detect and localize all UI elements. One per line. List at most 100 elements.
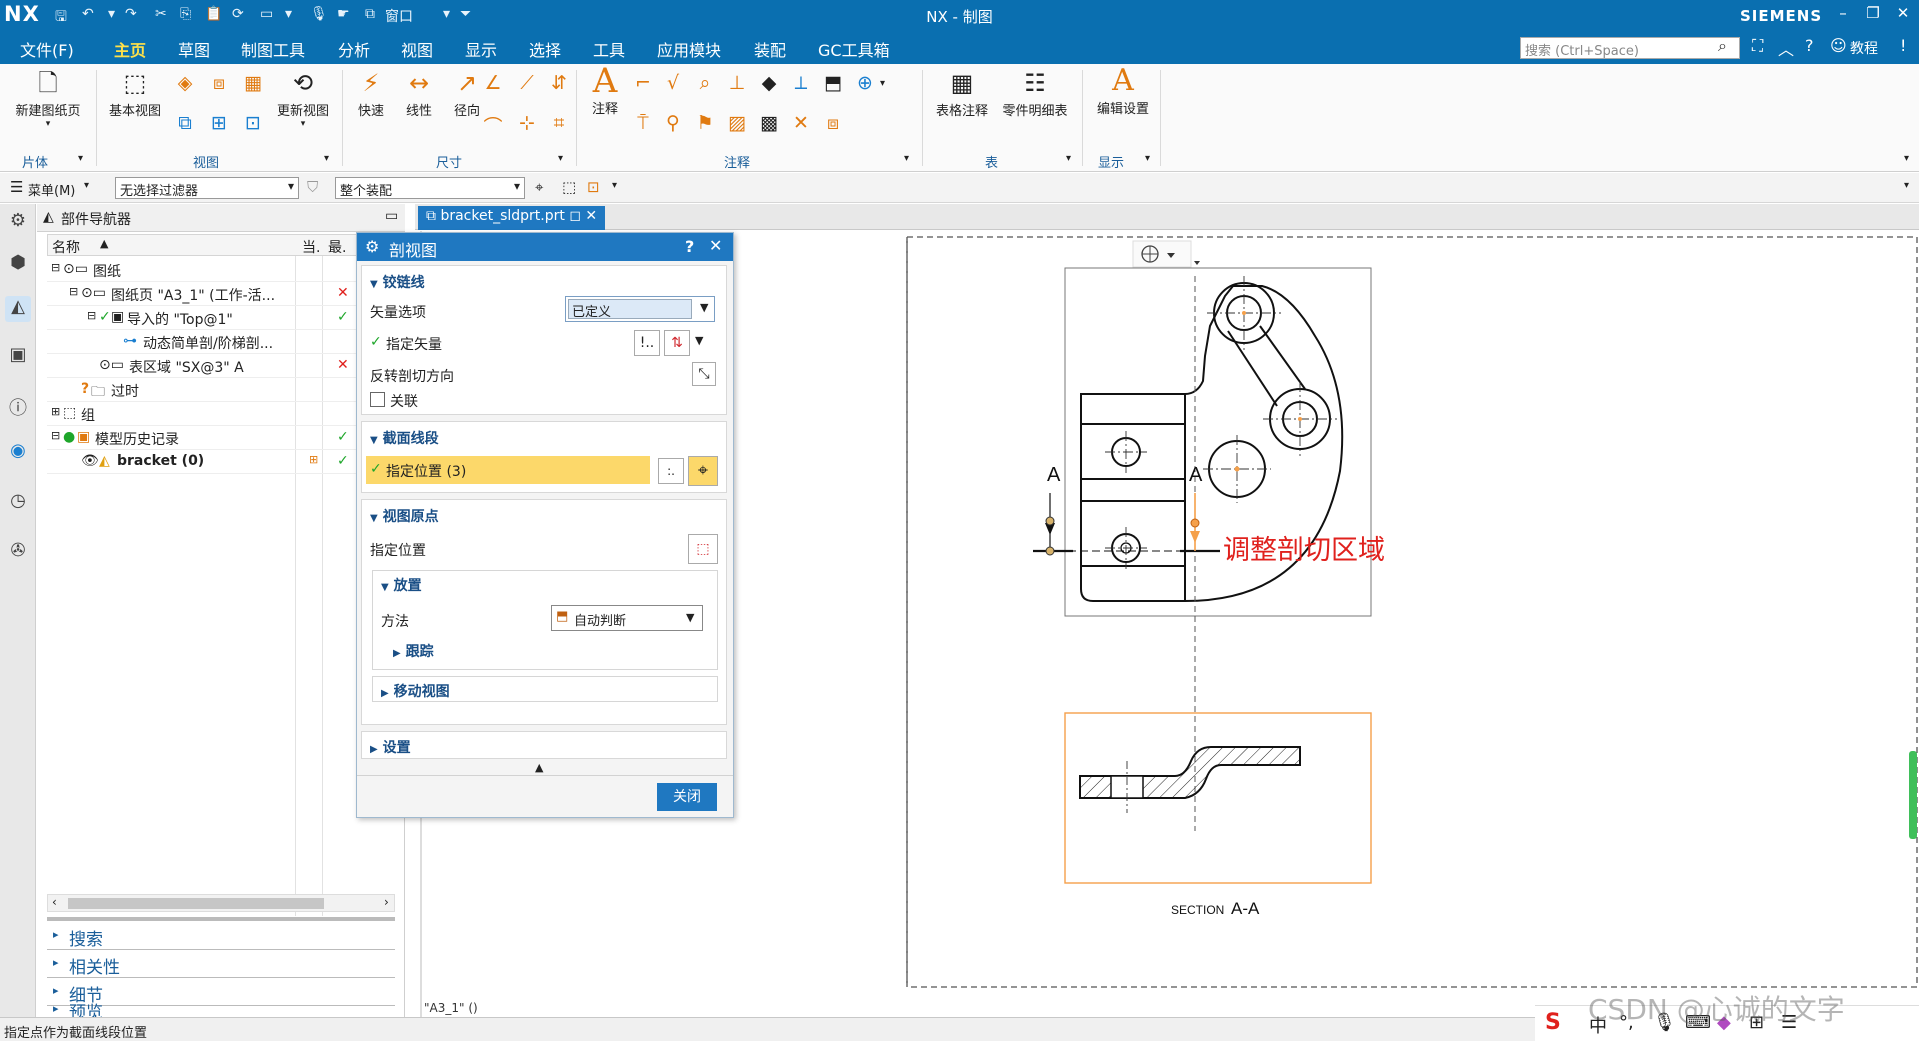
surface-finish-icon[interactable]: √	[660, 72, 686, 94]
view-icon[interactable]: ⊞	[206, 112, 232, 134]
tree-row[interactable]: ⊟ ⊙▭ 图纸页 "A3_1" (工作-活... ✕	[47, 282, 395, 306]
collapse-ribbon-icon[interactable]: ︿	[1778, 36, 1794, 60]
restore-icon[interactable]: ❐	[1858, 4, 1888, 22]
reuse-library-icon[interactable]: ▣	[5, 344, 31, 370]
tree-row[interactable]: ⊶ 动态简单剖/阶梯剖...	[47, 330, 395, 354]
tab-file[interactable]: 文件(F)	[20, 37, 74, 61]
snap-icon[interactable]: ⌖	[535, 178, 543, 196]
chevron-down-icon[interactable]	[1194, 261, 1200, 265]
chevron-left-icon[interactable]: ‹	[52, 895, 57, 909]
move-view-group[interactable]: ▶ 移动视图	[372, 676, 718, 702]
chevron-down-icon[interactable]: ▾	[78, 153, 83, 164]
method-select[interactable]: ⬒ 自动判断 ▼	[551, 605, 703, 631]
angular-dimension-icon[interactable]: ∠	[480, 72, 506, 94]
roles-icon[interactable]: ✇	[5, 540, 31, 566]
fill-icon[interactable]: ◆	[756, 72, 782, 94]
tab-applications[interactable]: 应用模块	[657, 37, 721, 61]
scrollbar-thumb[interactable]	[68, 898, 324, 909]
section-segment-header[interactable]: ▼ 截面线段	[370, 428, 439, 448]
projected-view-icon[interactable]: ◈	[172, 72, 198, 94]
horizontal-scrollbar[interactable]: ‹ ›	[47, 894, 395, 912]
annotation-button[interactable]: A 注释	[582, 64, 628, 117]
selection-scope-select[interactable]: 整个装配 ▾	[335, 177, 525, 199]
accordion-dependencies[interactable]: ▸ 相关性	[47, 950, 395, 978]
chevron-down-icon[interactable]: ▾	[1066, 153, 1071, 164]
datum-icon[interactable]: ⌕	[692, 72, 718, 94]
tab-sketch[interactable]: 草图	[178, 37, 210, 61]
edit-settings-button[interactable]: A 编辑设置	[1088, 66, 1158, 118]
search-icon[interactable]: ⚲	[660, 112, 686, 134]
type-filter-select[interactable]: 无选择过滤器 ▾	[115, 177, 299, 199]
section-view-a-a[interactable]	[1079, 746, 1301, 813]
history-icon[interactable]: ◷	[5, 490, 31, 516]
ime-logo-icon[interactable]: S	[1545, 1010, 1561, 1035]
tab-pin-icon[interactable]: ◻	[569, 208, 581, 224]
arc-length-icon[interactable]: ⌒	[480, 112, 506, 139]
picture-icon[interactable]: ▩	[756, 112, 782, 134]
base-view-button[interactable]: ⬚ 基本视图	[102, 68, 168, 119]
accordion-preview[interactable]: ▸ 预览	[47, 1002, 395, 1023]
section-handle[interactable]	[1045, 516, 1055, 526]
column-latest[interactable]: 最.	[328, 237, 346, 257]
collapse-icon[interactable]: ⊟	[51, 261, 60, 274]
chevron-down-icon[interactable]: ▾	[904, 153, 909, 164]
section-handle[interactable]	[1190, 518, 1200, 528]
weld-symbol-icon[interactable]: ⊥	[724, 72, 750, 94]
tab-display[interactable]: 显示	[465, 37, 497, 61]
command-search-input[interactable]: 搜索 (Ctrl+Space)	[1520, 37, 1740, 59]
associative-checkbox[interactable]	[370, 392, 385, 407]
view-toolbar[interactable]	[1132, 240, 1200, 268]
vector-direction-button[interactable]: ⇅	[664, 330, 690, 356]
tab-close-icon[interactable]: ✕	[585, 208, 597, 224]
pin-icon[interactable]: ▭	[385, 208, 398, 224]
tutorial-icon[interactable]: ☺	[1830, 36, 1847, 55]
select-icon[interactable]: ⬚	[562, 178, 576, 196]
tab-gc-toolbox[interactable]: GC工具箱	[818, 37, 890, 61]
tab-analysis[interactable]: 分析	[338, 37, 370, 61]
help-icon[interactable]: ?	[1805, 36, 1814, 55]
centerline-icon[interactable]: ⟂	[788, 72, 814, 94]
tracking-header[interactable]: ▶ 跟踪	[393, 641, 434, 661]
region-icon[interactable]: ⧈	[820, 112, 846, 134]
tab-assembly[interactable]: 装配	[754, 37, 786, 61]
detail-view-icon[interactable]: ⧈	[206, 72, 232, 94]
collapse-icon[interactable]: ⊟	[69, 285, 78, 298]
column-name[interactable]: 名称	[52, 237, 80, 257]
tree-row[interactable]: 👁 ◭ bracket (0) ⊞ ✓	[47, 450, 395, 474]
view-origin-header[interactable]: ▼ 视图原点	[370, 506, 439, 526]
document-tab[interactable]: ⧉ bracket_sldprt.prt ◻ ✕	[418, 206, 606, 230]
placement-header[interactable]: ▼ 放置	[381, 575, 422, 595]
section-view-icon[interactable]: ▦	[240, 72, 266, 94]
hinge-line-header[interactable]: ▼ 铰链线	[370, 272, 425, 292]
web-browser-icon[interactable]: ◉	[5, 440, 31, 466]
column-current[interactable]: 当.	[302, 237, 320, 257]
close-icon[interactable]: ✕	[709, 236, 722, 255]
chevron-right-icon[interactable]: ›	[384, 895, 389, 909]
break-view-icon[interactable]: ⧉	[172, 112, 198, 134]
minimize-icon[interactable]: –	[1828, 4, 1858, 22]
tree-row[interactable]: ⊙▭ 表区域 "SX@3" A ✕	[47, 354, 395, 378]
image-icon[interactable]: ⬒	[820, 72, 846, 94]
info-icon[interactable]: ⓘ	[5, 394, 31, 420]
eye-icon[interactable]: 👁	[81, 453, 99, 469]
tab-drafting-tools[interactable]: 制图工具	[241, 37, 305, 61]
menu-button[interactable]: 菜单(M)	[28, 180, 75, 199]
chevron-down-icon[interactable]: ▾	[1904, 180, 1909, 191]
settings-group[interactable]: ▶ 设置	[361, 731, 727, 759]
chevron-down-icon[interactable]: ▼	[695, 334, 703, 347]
section-handle[interactable]	[1045, 546, 1055, 556]
chamfer-dimension-icon[interactable]: ⟋	[514, 72, 540, 94]
specify-location-row[interactable]: ✓ 指定位置 (3)	[366, 456, 650, 484]
tree-row[interactable]: ? 🗀 过时	[47, 378, 395, 402]
coordinate-icon[interactable]: ⌗	[546, 112, 572, 134]
thickness-dimension-icon[interactable]: ⇵	[546, 72, 572, 94]
point-snap-icon[interactable]: ⌖	[688, 456, 718, 486]
collapse-icon[interactable]: ⊟	[87, 309, 96, 322]
expand-icon[interactable]: ⊞	[51, 405, 60, 418]
chevron-down-icon[interactable]: ▾	[1904, 153, 1909, 164]
cross-icon[interactable]: ✕	[788, 112, 814, 134]
tab-select[interactable]: 选择	[529, 37, 561, 61]
tab-tools[interactable]: 工具	[593, 37, 625, 61]
view-boundary-icon[interactable]: ⊡	[240, 112, 266, 134]
fullscreen-icon[interactable]: ⛶	[1752, 36, 1763, 56]
